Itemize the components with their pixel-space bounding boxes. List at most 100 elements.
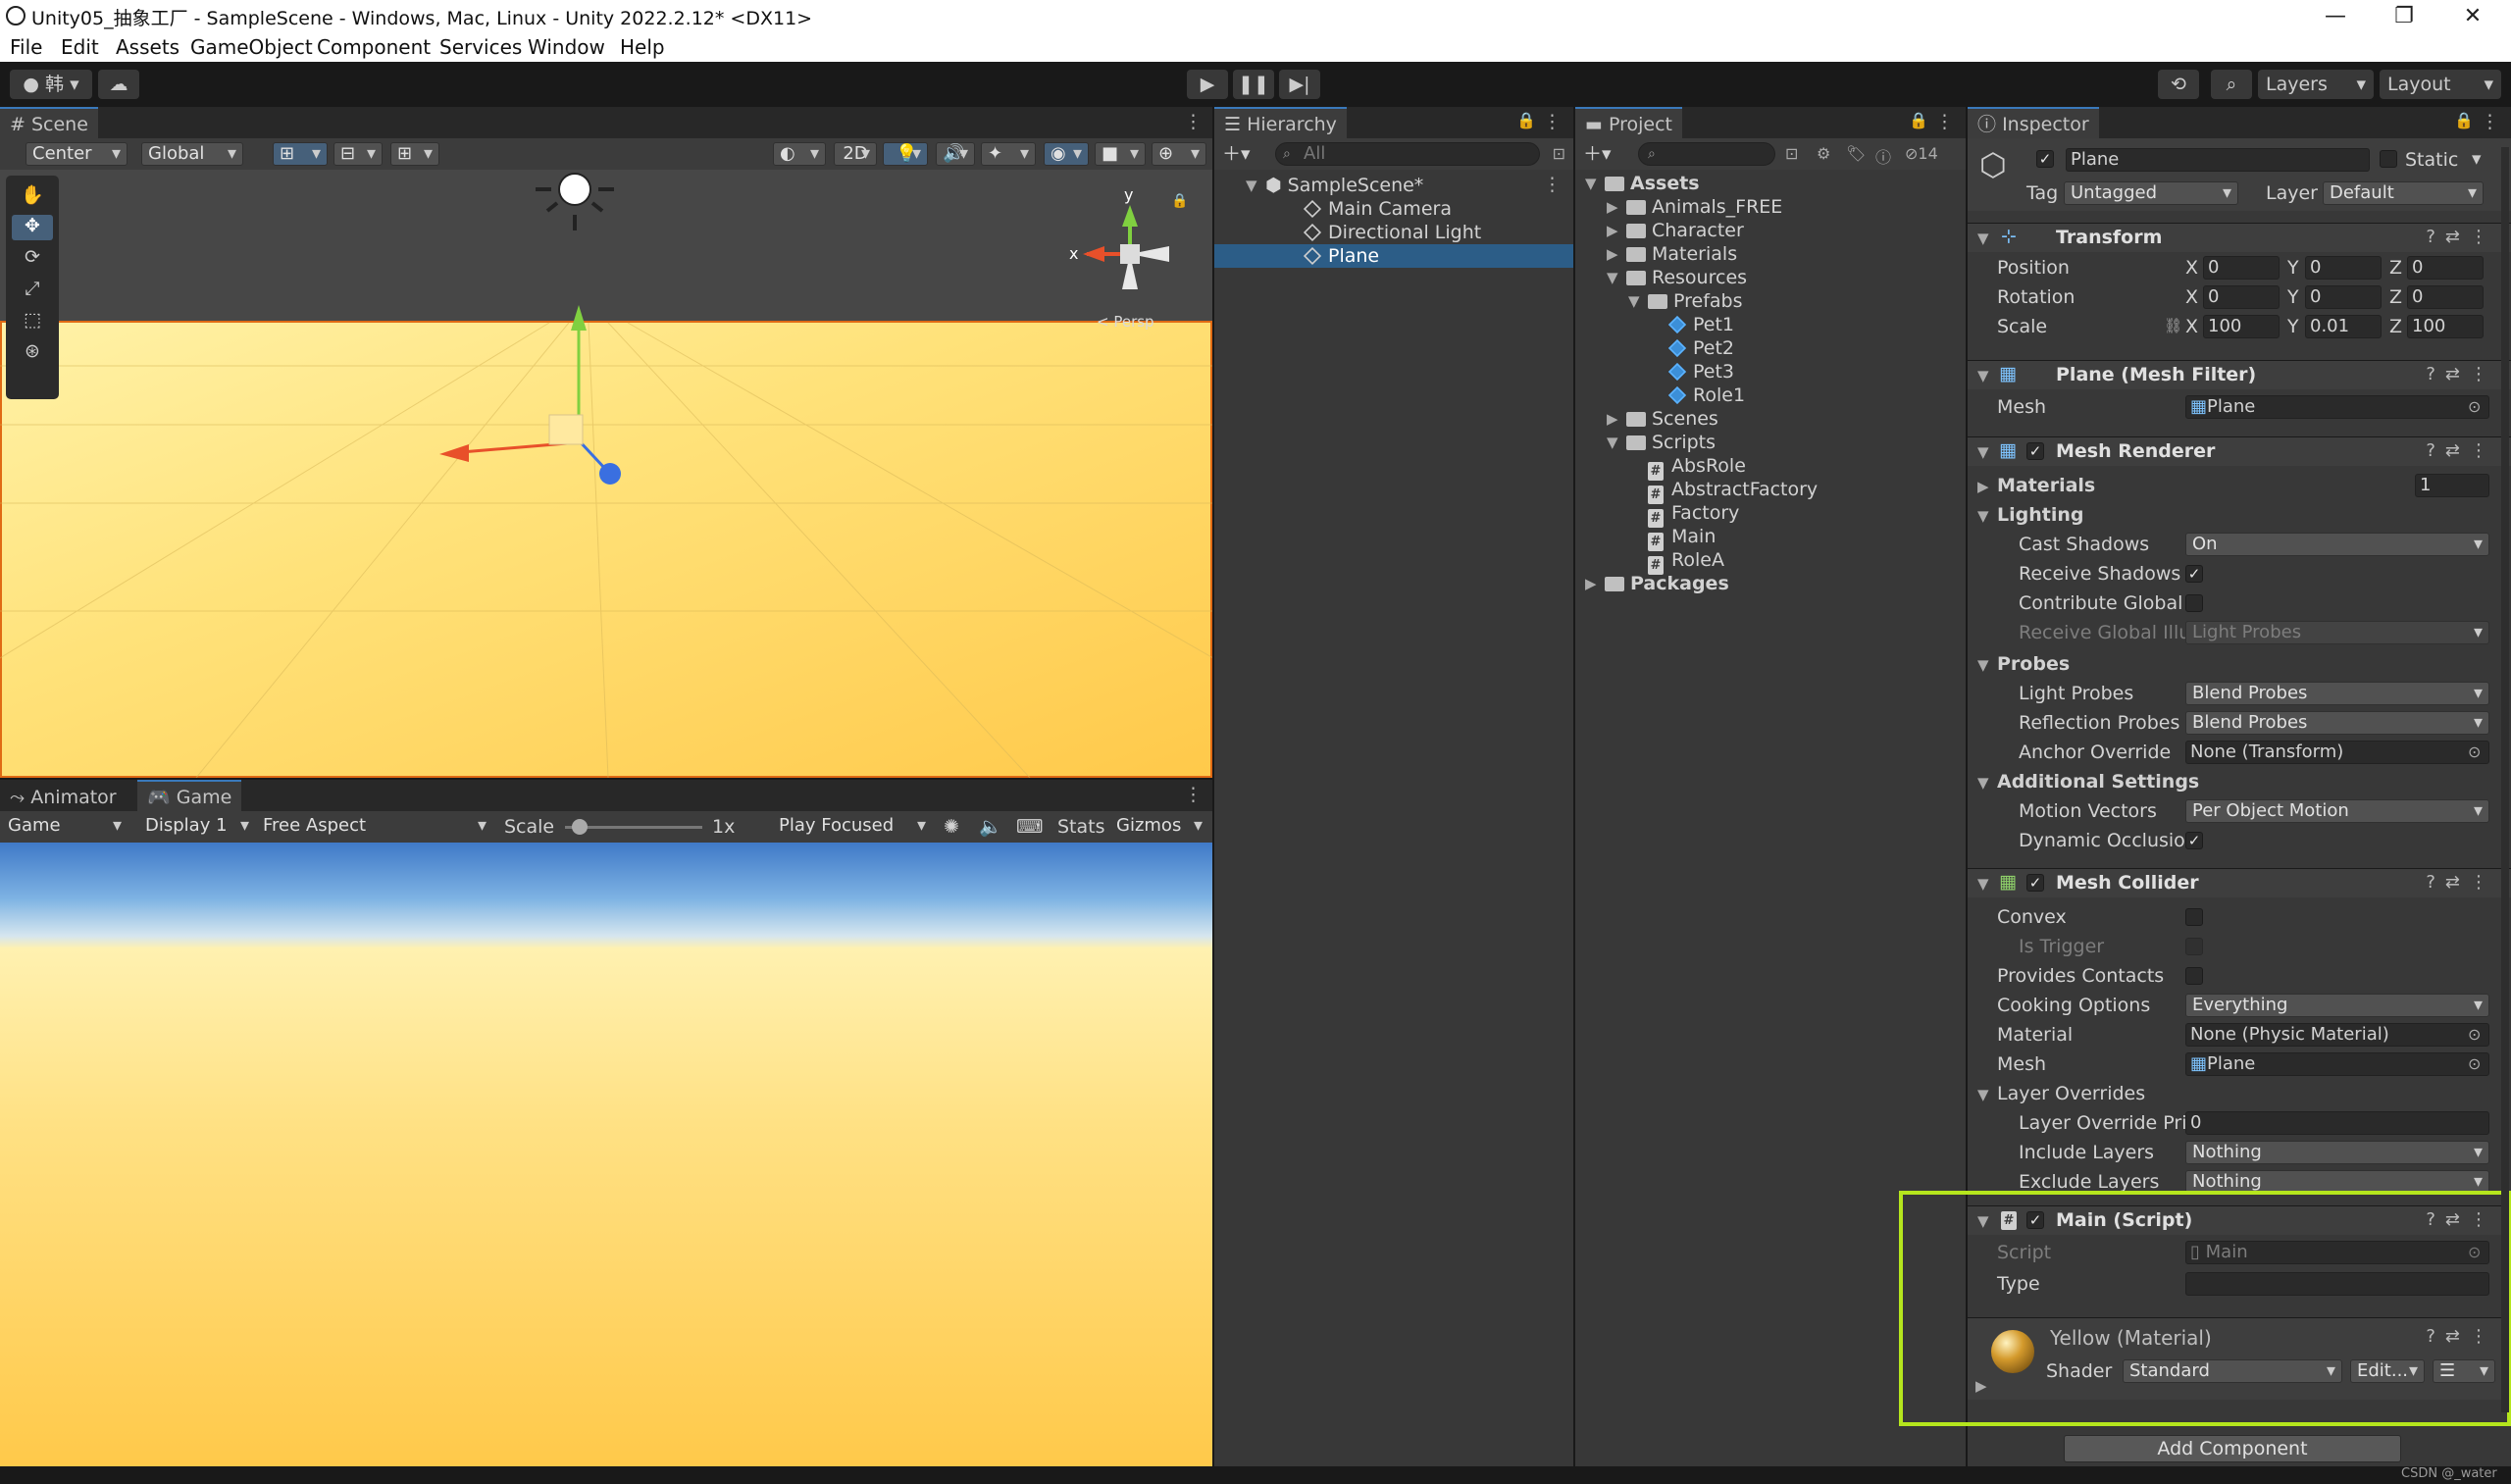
axis-x-label[interactable]: X bbox=[2185, 256, 2198, 280]
move-tool-icon[interactable]: ✥ bbox=[12, 215, 53, 240]
fold-open-icon[interactable]: ▼ bbox=[1585, 172, 1597, 195]
transform-scale-z-input[interactable]: 100 bbox=[2407, 315, 2484, 338]
project-item-abstractfactory[interactable]: # AbstractFactory bbox=[1648, 478, 1818, 504]
game-gizmos-dropdown[interactable]: Gizmos bbox=[1110, 815, 1208, 839]
project-item-assets[interactable]: ▼ Assets bbox=[1585, 172, 1700, 195]
motion-vectors-dropdown[interactable]: Per Object Motion bbox=[2185, 799, 2489, 823]
mesh-renderer-header[interactable]: ▼ ▦ ✓ Mesh Renderer ?⇄⋮ bbox=[1968, 436, 2511, 466]
fold-open-icon[interactable]: ▼ bbox=[1977, 507, 1989, 525]
aspect-dropdown[interactable]: Free Aspect bbox=[257, 815, 492, 839]
transform-tool-icon[interactable]: ⊛ bbox=[12, 340, 53, 366]
rect-tool-icon[interactable]: ⬚ bbox=[12, 309, 53, 334]
mesh-filter-header[interactable]: ▼ ▦ Plane (Mesh Filter) ?⇄⋮ bbox=[1968, 360, 2511, 389]
layout-dropdown[interactable]: Layout ▾ bbox=[2380, 70, 2501, 99]
reflection-probes-dropdown[interactable]: Blend Probes bbox=[2185, 711, 2489, 735]
snap-increment-dropdown[interactable]: ⊟ bbox=[333, 142, 383, 166]
project-item-role1[interactable]: Role1 bbox=[1667, 384, 1745, 407]
audio-toggle[interactable]: 🔊 bbox=[936, 142, 975, 166]
fold-closed-icon[interactable]: ▶ bbox=[1607, 407, 1618, 431]
tag-dropdown[interactable]: Untagged bbox=[2064, 181, 2238, 205]
fold-open-icon[interactable]: ▼ bbox=[1977, 1086, 1989, 1103]
transform-position-x-input[interactable]: 0 bbox=[2203, 256, 2280, 280]
menu-help[interactable]: Help bbox=[620, 35, 665, 59]
transform-rotation-z-input[interactable]: 0 bbox=[2407, 285, 2484, 309]
lighting-foldout[interactable]: Lighting bbox=[1997, 503, 2083, 527]
scene-options-icon[interactable]: ⋮ bbox=[1543, 174, 1562, 195]
more-options-icon[interactable]: ⋮ bbox=[1543, 111, 1562, 132]
static-checkbox[interactable] bbox=[2380, 150, 2397, 168]
axis-z-label[interactable]: Z bbox=[2389, 315, 2402, 338]
transform-scale-x-input[interactable]: 100 bbox=[2203, 315, 2280, 338]
draw-mode-dropdown[interactable]: ◐ bbox=[773, 142, 826, 166]
pause-button[interactable]: ❚❚ bbox=[1233, 70, 1274, 99]
fold-closed-icon[interactable]: ▶ bbox=[1977, 478, 1989, 495]
menu-component[interactable]: Component bbox=[317, 35, 431, 59]
component-header-icons[interactable]: ?⇄⋮ bbox=[2426, 872, 2497, 893]
project-item-rolea[interactable]: # RoleA bbox=[1648, 548, 1724, 575]
scale-slider[interactable] bbox=[565, 819, 702, 835]
menu-gameobject[interactable]: GameObject bbox=[190, 35, 313, 59]
lock-icon[interactable]: 🔒 bbox=[1909, 111, 1928, 129]
tab-animator[interactable]: ⤳ Animator bbox=[0, 780, 127, 811]
fold-closed-icon[interactable]: ▶ bbox=[1607, 242, 1618, 266]
mesh-collider-enabled-checkbox[interactable]: ✓ bbox=[2026, 874, 2044, 892]
project-item-scenes[interactable]: ▶ Scenes bbox=[1607, 407, 1718, 431]
cloud-icon[interactable]: ☁ bbox=[98, 70, 139, 99]
menu-edit[interactable]: Edit bbox=[61, 35, 99, 59]
axis-y-label[interactable]: Y bbox=[2287, 285, 2299, 309]
transform-position-z-input[interactable]: 0 bbox=[2407, 256, 2484, 280]
component-header-icons[interactable]: ?⇄⋮ bbox=[2426, 227, 2497, 247]
bug-icon[interactable]: ✺ bbox=[944, 815, 959, 839]
menu-assets[interactable]: Assets bbox=[116, 35, 179, 59]
effects-dropdown[interactable]: ✦ bbox=[981, 142, 1036, 166]
step-button[interactable]: ▶| bbox=[1279, 70, 1320, 99]
space-dropdown[interactable]: Global bbox=[141, 142, 243, 166]
more-options-icon[interactable]: ⋮ bbox=[1184, 784, 1203, 805]
fold-closed-icon[interactable]: ▶ bbox=[1607, 195, 1618, 219]
lock-icon[interactable]: 🔒 bbox=[2454, 111, 2474, 129]
fold-open-icon[interactable]: ▼ bbox=[1607, 266, 1618, 289]
menu-file[interactable]: File bbox=[10, 35, 42, 59]
history-icon[interactable]: ⟲ bbox=[2158, 70, 2199, 99]
fold-closed-icon[interactable]: ▶ bbox=[1607, 219, 1618, 242]
fold-open-icon[interactable]: ▼ bbox=[1628, 289, 1640, 313]
transform-rotation-x-input[interactable]: 0 bbox=[2203, 285, 2280, 309]
hidden-packages-icon[interactable]: ⊘14 bbox=[1905, 144, 1938, 163]
axis-y-label[interactable]: Y bbox=[2287, 256, 2299, 280]
view-select-dropdown[interactable]: Game bbox=[2, 815, 128, 839]
search-filter-icon[interactable]: ⊡ bbox=[1553, 144, 1565, 163]
axis-x-label[interactable]: X bbox=[2185, 285, 2198, 309]
fold-closed-icon[interactable]: ▶ bbox=[1585, 572, 1597, 595]
axis-y-label[interactable]: Y bbox=[2287, 315, 2299, 338]
close-button[interactable]: ✕ bbox=[2438, 0, 2507, 32]
inspector-scrollbar[interactable] bbox=[2501, 147, 2509, 1412]
component-header-icons[interactable]: ?⇄⋮ bbox=[2426, 440, 2497, 461]
tab-hierarchy[interactable]: ☰ Hierarchy bbox=[1214, 107, 1347, 138]
transform-rotation-y-input[interactable]: 0 bbox=[2305, 285, 2382, 309]
play-mode-dropdown[interactable]: Play Focused bbox=[773, 815, 932, 839]
grid-visibility-dropdown[interactable]: ⊞ bbox=[390, 142, 439, 166]
include-layers-dropdown[interactable]: Nothing bbox=[2185, 1141, 2489, 1164]
play-button[interactable]: ▶ bbox=[1187, 70, 1228, 99]
project-item-prefabs[interactable]: ▼ Prefabs bbox=[1628, 289, 1743, 313]
minimize-button[interactable]: — bbox=[2301, 0, 2370, 32]
more-options-icon[interactable]: ⋮ bbox=[1184, 111, 1203, 132]
fold-open-icon[interactable]: ▼ bbox=[1977, 656, 1989, 674]
static-dropdown-icon[interactable]: ▾ bbox=[2472, 148, 2482, 170]
project-item-pet2[interactable]: Pet2 bbox=[1667, 336, 1734, 360]
scale-tool-icon[interactable]: ⤢ bbox=[12, 278, 53, 303]
hierarchy-search-input[interactable]: All bbox=[1275, 142, 1540, 166]
active-checkbox[interactable]: ✓ bbox=[2036, 150, 2054, 168]
transform-header[interactable]: ▼ ⊹ Transform ?⇄⋮ bbox=[1968, 223, 2511, 252]
tab-project[interactable]: ▬ Project bbox=[1575, 107, 1683, 138]
project-item-absrole[interactable]: # AbsRole bbox=[1648, 454, 1746, 481]
mesh-collider-header[interactable]: ▼ ▦ ✓ Mesh Collider ?⇄⋮ bbox=[1968, 868, 2511, 897]
transform-position-y-input[interactable]: 0 bbox=[2305, 256, 2382, 280]
project-search-input[interactable] bbox=[1638, 142, 1775, 166]
materials-count-field[interactable]: 1 bbox=[2415, 474, 2489, 497]
create-add-icon[interactable]: ＋▾ bbox=[1583, 142, 1612, 166]
info-icon[interactable]: ⓘ bbox=[1875, 144, 1891, 168]
fold-open-icon[interactable]: ▼ bbox=[1977, 774, 1989, 792]
transform-scale-y-input[interactable]: 0.01 bbox=[2305, 315, 2382, 338]
menu-window[interactable]: Window bbox=[528, 35, 605, 59]
